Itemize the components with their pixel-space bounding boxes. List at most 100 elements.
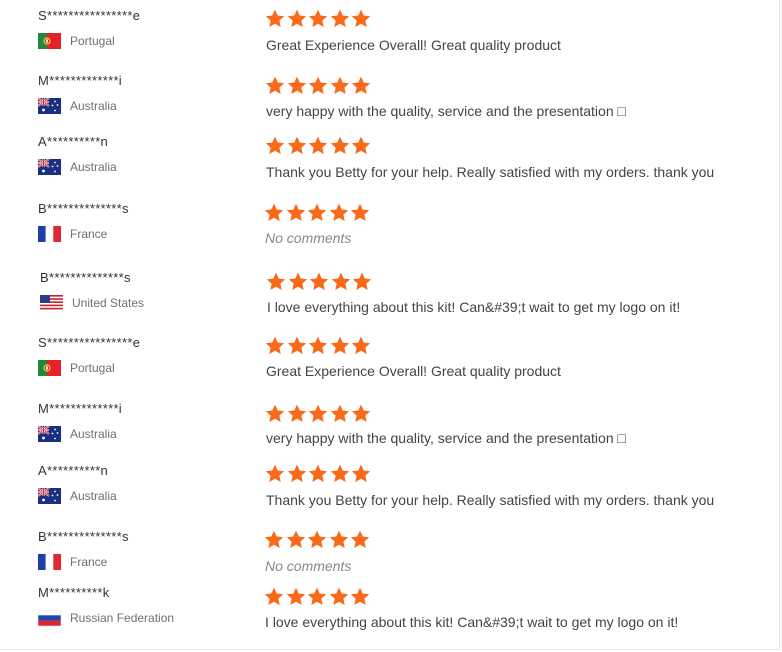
australia-flag-icon [37, 158, 61, 175]
reviewer-country: Portugal [38, 360, 115, 376]
star-icon [287, 136, 307, 155]
star-rating [265, 136, 373, 155]
star-rating [265, 76, 373, 95]
reviewer-country: United States [40, 295, 144, 311]
reviewer-country: Australia [37, 158, 117, 175]
review-comment: Great Experience Overall! Great quality … [266, 363, 561, 379]
australia-flag-icon [37, 97, 61, 114]
star-icon [287, 464, 307, 483]
star-rating [265, 464, 373, 483]
star-icon [265, 9, 285, 28]
star-icon [309, 272, 329, 291]
review-comment: No comments [265, 558, 352, 574]
star-icon [330, 9, 350, 28]
star-rating [264, 587, 372, 606]
country-name: Australia [70, 427, 117, 441]
country-name: France [70, 227, 108, 241]
star-icon [264, 587, 284, 606]
reviewer-country: Australia [37, 487, 117, 504]
country-name: Australia [70, 489, 117, 503]
star-icon [308, 404, 328, 423]
star-icon [329, 587, 349, 606]
star-rating [264, 203, 372, 222]
star-icon [351, 76, 371, 95]
country-name: France [70, 555, 108, 569]
star-icon [350, 530, 370, 549]
star-icon [308, 336, 328, 355]
reviewer-country: Australia [37, 425, 117, 442]
star-icon [286, 587, 306, 606]
star-rating [264, 530, 372, 549]
reviewer-name: B**************s [38, 529, 129, 544]
review-comment: very happy with the quality, service and… [266, 430, 626, 446]
star-icon [265, 76, 285, 95]
star-icon [350, 587, 370, 606]
star-icon [351, 336, 371, 355]
star-icon [264, 530, 284, 549]
australia-flag-icon [37, 425, 61, 442]
star-icon [265, 136, 285, 155]
country-name: Australia [70, 99, 117, 113]
reviewer-country: France [38, 226, 107, 242]
reviewer-name: M*************i [38, 401, 122, 416]
star-icon [308, 136, 328, 155]
reviewer-name: S****************e [38, 335, 141, 350]
reviews-panel: S****************e Portugal Great Experi… [0, 0, 780, 650]
reviewer-name: B**************s [40, 270, 131, 285]
review-comment: Thank you Betty for your help. Really sa… [266, 492, 715, 508]
review-comment: very happy with the quality, service and… [266, 103, 626, 119]
star-icon [307, 530, 327, 549]
star-rating [265, 404, 373, 423]
reviewer-country: Australia [37, 97, 117, 114]
star-icon [287, 336, 307, 355]
star-icon [330, 404, 350, 423]
star-icon [308, 464, 328, 483]
star-icon [329, 530, 349, 549]
star-icon [330, 336, 350, 355]
reviewer-name: S****************e [38, 8, 141, 23]
russia-flag-icon [37, 609, 62, 627]
star-icon [287, 9, 307, 28]
star-icon [265, 404, 285, 423]
country-name: Portugal [70, 34, 115, 48]
reviewer-name: M**********k [38, 585, 110, 600]
france-flag-icon [38, 226, 61, 242]
star-icon [265, 336, 285, 355]
australia-flag-icon [37, 487, 61, 504]
country-name: Russian Federation [70, 611, 175, 625]
reviewer-name: A**********n [38, 463, 109, 478]
reviewer-country: Russian Federation [37, 609, 175, 627]
country-name: United States [72, 296, 145, 310]
review-comment: Thank you Betty for your help. Really sa… [266, 164, 715, 180]
star-icon [287, 404, 307, 423]
star-icon [351, 136, 371, 155]
star-icon [264, 203, 284, 222]
reviewer-name: M*************i [38, 73, 122, 88]
star-icon [329, 203, 349, 222]
france-flag-icon [38, 554, 61, 570]
star-icon [307, 203, 327, 222]
portugal-flag-icon [38, 33, 61, 49]
star-rating [265, 336, 373, 355]
star-icon [351, 404, 371, 423]
reviewer-country: France [38, 554, 107, 570]
star-icon [330, 464, 350, 483]
star-rating [265, 9, 373, 28]
star-icon [286, 203, 306, 222]
star-icon [351, 9, 371, 28]
star-icon [266, 272, 286, 291]
star-icon [287, 76, 307, 95]
star-icon [351, 464, 371, 483]
star-icon [330, 136, 350, 155]
star-rating [266, 272, 374, 291]
star-icon [350, 203, 370, 222]
star-icon [330, 76, 350, 95]
star-icon [352, 272, 372, 291]
country-name: Australia [70, 160, 117, 174]
star-icon [288, 272, 308, 291]
star-icon [265, 464, 285, 483]
review-comment: Great Experience Overall! Great quality … [266, 37, 561, 53]
star-icon [331, 272, 351, 291]
reviewer-name: A**********n [38, 134, 109, 149]
country-name: Portugal [70, 361, 115, 375]
